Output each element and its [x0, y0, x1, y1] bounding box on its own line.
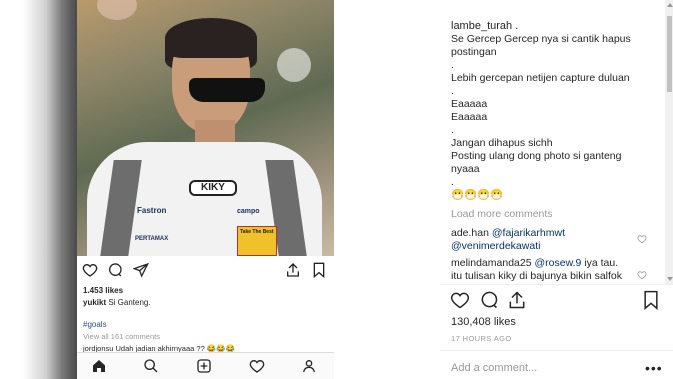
divider	[440, 350, 673, 351]
caption-line: postingan	[451, 46, 497, 58]
shirt-logo: KIKY	[189, 180, 237, 196]
photo: KIKY Fastron PERTAMAX campo Take The Bes…	[77, 0, 334, 256]
caption-line: Posting ulang dong photo si ganteng	[451, 150, 622, 162]
caption-line: Eaaaaa	[451, 98, 488, 110]
caption-line: 😷😷😷😷	[451, 189, 504, 201]
phone-view-all-comments[interactable]: View all 161 comments	[83, 332, 160, 341]
caption-line: .	[451, 59, 454, 71]
post-timestamp[interactable]: 17 HOURS AGO	[451, 334, 512, 343]
shirt-brand-2: PERTAMAX	[135, 236, 169, 242]
caption-line: Se Gercep Gercep nya si cantik hapus	[451, 33, 631, 45]
comment-like-icon[interactable]	[637, 270, 647, 280]
share-icon[interactable]	[285, 262, 301, 278]
post-image[interactable]: KIKY Fastron PERTAMAX campo Take The Bes…	[77, 0, 334, 379]
divider	[440, 284, 673, 285]
comment-mention[interactable]: @venimerdekawati	[451, 240, 540, 252]
phone-likes: 1.453 likes	[83, 286, 124, 295]
shirt-brand-3: campo	[237, 208, 260, 215]
comment-mention[interactable]: @fajarikarhmwt	[492, 227, 565, 239]
more-icon[interactable]: •••	[645, 360, 663, 376]
phone-bottom-nav	[77, 352, 334, 379]
direct-icon[interactable]	[133, 262, 149, 278]
comment-username[interactable]: ade.han	[451, 227, 489, 239]
screen: KIKY Fastron PERTAMAX campo Take The Bes…	[0, 0, 673, 379]
phone-caption: yukikt Si Ganteng.	[83, 298, 151, 307]
caption-username: lambe_turah .	[451, 20, 518, 32]
sunglasses	[189, 78, 265, 102]
caption-line: .	[451, 124, 454, 136]
likes-count[interactable]: 130,408 likes	[451, 316, 516, 328]
share-icon[interactable]	[507, 290, 527, 310]
comment-item: melindamanda25 @rosew.9 iya tau. itu tul…	[451, 257, 622, 283]
caption-line: Lebih gercepan netijen capture duluan	[451, 72, 630, 84]
comment-username[interactable]: melindamanda25	[451, 257, 532, 269]
caption-line: nyaaa	[451, 163, 480, 175]
comment-icon[interactable]	[479, 290, 499, 310]
comments-scroll-area[interactable]: lambe_turah . Se Gercep Gercep nya si ca…	[440, 0, 665, 284]
backdrop-right	[334, 0, 440, 379]
scroll-down-arrow-icon[interactable]	[667, 277, 673, 281]
scroll-up-arrow-icon[interactable]	[667, 3, 673, 7]
home-icon[interactable]	[91, 358, 107, 374]
caption-line: Jangan dihapus sichh	[451, 137, 553, 149]
phone-hashtag[interactable]: #goals	[83, 320, 107, 329]
shirt-badge: Take The Best	[237, 226, 277, 256]
shirt-brand-1: Fastron	[137, 206, 167, 215]
add-comment-input[interactable]: Add a comment...	[451, 362, 537, 374]
phone-caption-text: Si Ganteng.	[106, 298, 151, 307]
comment-like-icon[interactable]	[637, 234, 647, 244]
backdrop-left	[0, 0, 77, 379]
phone-action-bar	[77, 258, 334, 284]
username-suffix: .	[512, 20, 519, 32]
caption-line: Eaaaaa	[451, 111, 488, 123]
heart-icon[interactable]	[82, 262, 98, 278]
scrollbar-thumb[interactable]	[667, 16, 672, 92]
add-icon[interactable]	[196, 358, 212, 374]
caption-line: .	[451, 85, 454, 97]
phone-caption-user[interactable]: yukikt	[83, 298, 106, 307]
comment-text: itu tulisan kiky di bajunya bikin salfok	[451, 270, 623, 282]
load-more-comments-link[interactable]: Load more comments	[451, 208, 553, 220]
caption-line: .	[451, 176, 454, 188]
search-icon[interactable]	[143, 358, 159, 374]
bookmark-icon[interactable]	[641, 290, 661, 310]
activity-icon[interactable]	[249, 358, 265, 374]
caption-text: Se Gercep Gercep nya si cantik hapus pos…	[451, 33, 631, 202]
profile-icon[interactable]	[301, 358, 317, 374]
comment-icon[interactable]	[107, 262, 123, 278]
post-panel: lambe_turah . Se Gercep Gercep nya si ca…	[440, 0, 673, 379]
bookmark-icon[interactable]	[311, 262, 327, 278]
phone-comment-preview: jordjonsu Udah jadian akhirnyaaa ?? 😂😂😂	[83, 344, 235, 352]
username-link[interactable]: lambe_turah	[451, 20, 512, 32]
comment-item: ade.han @fajarikarhmwt @venimerdekawati	[451, 227, 565, 253]
comment-text: iya tau.	[581, 257, 619, 269]
comment-mention[interactable]: @rosew.9	[534, 257, 581, 269]
like-heart-icon[interactable]	[450, 290, 470, 310]
